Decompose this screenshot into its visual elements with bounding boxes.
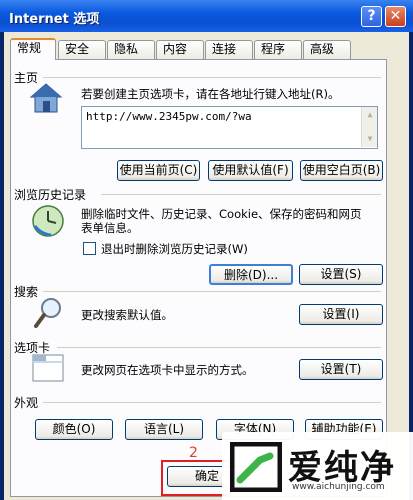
home-page-address-box[interactable]: http://www.2345pw.com/?wa ▲ ▼ xyxy=(81,106,378,149)
tabs-description: 更改网页在选项卡中显示的方式。 xyxy=(81,363,254,377)
help-button[interactable]: ? xyxy=(361,6,382,27)
close-button[interactable]: ✕ xyxy=(385,6,406,27)
use-blank-button[interactable]: 使用空白页(B) xyxy=(300,160,383,181)
tab-window-icon xyxy=(32,354,64,382)
delete-on-exit-checkbox[interactable] xyxy=(83,242,96,255)
history-divider xyxy=(101,194,381,195)
brand-logo-icon xyxy=(230,442,282,492)
tab-advanced[interactable]: 高级 xyxy=(303,40,351,59)
history-group-label: 浏览历史记录 xyxy=(14,188,87,202)
use-default-button[interactable]: 使用默认值(F) xyxy=(208,160,293,181)
tab-content[interactable]: 内容 xyxy=(156,40,204,59)
house-icon xyxy=(29,83,63,113)
step-number-annotation: 2 xyxy=(189,445,198,461)
internet-options-window: Internet 选项 ? ✕ 常规 安全 隐私 内容 连接 程序 高级 主页 … xyxy=(0,0,413,500)
highlight-box xyxy=(161,460,231,496)
close-icon: ✕ xyxy=(389,8,402,24)
tabs-divider xyxy=(57,347,381,348)
use-current-button[interactable]: 使用当前页(C) xyxy=(117,160,200,181)
delete-history-button[interactable]: 删除(D)... xyxy=(209,264,293,285)
watermark: 爱纯净 www.aichunjing.com xyxy=(222,432,413,500)
address-scrollbar[interactable]: ▲ ▼ xyxy=(361,107,377,147)
delete-on-exit-label[interactable]: 退出时删除浏览历史记录(W) xyxy=(101,242,248,256)
tab-programs[interactable]: 程序 xyxy=(254,40,302,59)
tabs-settings-button[interactable]: 设置(T) xyxy=(299,359,383,380)
help-icon: ? xyxy=(367,8,376,24)
watermark-url: www.aichunjing.com xyxy=(292,482,385,492)
search-settings-button[interactable]: 设置(I) xyxy=(299,304,383,325)
colors-button[interactable]: 颜色(O) xyxy=(35,419,113,440)
title-bar[interactable]: Internet 选项 ? ✕ xyxy=(0,0,413,32)
tab-connections[interactable]: 连接 xyxy=(205,40,253,59)
history-description-line2: 表单信息。 xyxy=(81,221,139,235)
magnifier-icon xyxy=(34,298,61,328)
history-settings-button[interactable]: 设置(S) xyxy=(299,264,383,285)
languages-button[interactable]: 语言(L) xyxy=(125,419,203,440)
history-description-line1: 删除临时文件、历史记录、Cookie、保存的密码和网页 xyxy=(81,207,362,221)
window-title: Internet 选项 xyxy=(9,12,100,27)
home-divider xyxy=(43,77,381,78)
tab-general[interactable]: 常规 xyxy=(10,38,56,60)
appearance-group-label: 外观 xyxy=(14,396,39,410)
tab-privacy[interactable]: 隐私 xyxy=(107,40,155,59)
search-divider xyxy=(43,291,381,292)
dialog-client: 常规 安全 隐私 内容 连接 程序 高级 主页 若要创建主页选项卡，请在各地址行… xyxy=(4,32,409,500)
search-description: 更改搜索默认值。 xyxy=(81,308,173,322)
scroll-up-icon[interactable]: ▲ xyxy=(364,109,376,121)
home-page-url: http://www.2345pw.com/?wa xyxy=(86,110,252,123)
home-description: 若要创建主页选项卡，请在各地址行键入地址(R)。 xyxy=(81,87,340,101)
tab-security[interactable]: 安全 xyxy=(58,40,106,59)
scroll-down-icon[interactable]: ▼ xyxy=(364,133,376,145)
clock-globe-icon xyxy=(32,205,64,237)
appearance-divider xyxy=(43,402,381,403)
